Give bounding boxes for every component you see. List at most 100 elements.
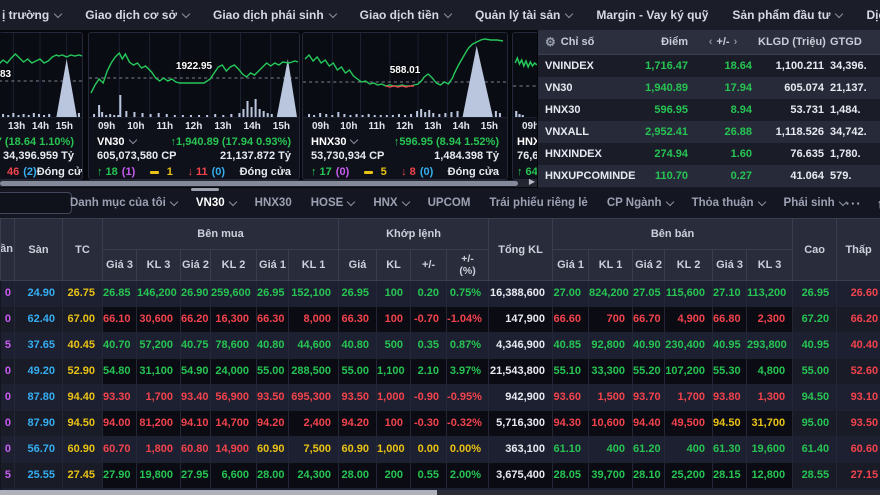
- time-label: 12h: [185, 121, 202, 132]
- tab-hnx[interactable]: HNX: [373, 188, 408, 218]
- sell-vol-2: 115,600: [665, 281, 713, 307]
- nav-item-margin-vay-ky-quy[interactable]: Margin - Vay ký quỹ: [596, 8, 708, 22]
- unchanged-count: 5: [381, 166, 387, 178]
- tab-cp-nganh[interactable]: CP Ngành: [607, 188, 673, 218]
- decliners-count: 46: [7, 166, 19, 178]
- high-price: 95.00: [793, 411, 837, 437]
- next-column-icon[interactable]: ›: [734, 36, 738, 48]
- sell-vol-3: 31,700: [747, 411, 793, 437]
- gear-icon[interactable]: ⚙: [545, 31, 556, 53]
- low-price: 27.15: [837, 463, 880, 489]
- nav-item-giao-dich-co-so[interactable]: Giao dịch cơ sở: [85, 8, 189, 22]
- board-row[interactable]: 525.5527.4527.9019,80027.956,60028.0024,…: [1, 463, 880, 489]
- chart-card-vnindex[interactable]: 83 13h14h15h 6.47 (18.64 1.10%) 34,396.9…: [0, 32, 83, 180]
- chart-card-hnxindex[interactable]: 09h HNXI 76,63 ↑ 64: [512, 32, 537, 180]
- sell-price-3: 61.30: [713, 437, 747, 463]
- tab-trai-phieu-rieng-le[interactable]: Trái phiếu riêng lẻ: [489, 188, 587, 218]
- board-horizontal-scrollbar[interactable]: [0, 490, 880, 495]
- total-volume: 5,716,300: [489, 411, 553, 437]
- board-row[interactable]: 537.6540.4540.7057,20040.7578,60040.8044…: [1, 333, 880, 359]
- index-row[interactable]: VN301,940.8917.94605.07421,137.: [538, 77, 880, 99]
- board-row[interactable]: 049.2052.9054.8031,10054.9024,00055.0028…: [1, 359, 880, 385]
- nav-item-i-truong[interactable]: ị trường: [2, 8, 61, 22]
- charts-horizontal-scrollbar[interactable]: ▶: [0, 180, 537, 187]
- tab-label: CP Ngành: [607, 197, 662, 209]
- symbol-search-input[interactable]: [0, 192, 72, 214]
- match-price: 93.50: [339, 385, 377, 411]
- index-row[interactable]: HNXUPCOMINDE110.700.2741.064579.: [538, 165, 880, 187]
- price-reference: 40.45: [63, 333, 103, 359]
- tab-phai-sinh[interactable]: Phái sinh: [784, 188, 846, 218]
- board-row[interactable]: 087.9094.5094.0081,20094.1014,70094.202,…: [1, 411, 880, 437]
- total-volume: 147,900: [489, 307, 553, 333]
- sell-price-3: 93.80: [713, 385, 747, 411]
- chart-card-vn30[interactable]: 1922.95 09h10h11h12h13h14h15h VN30 ↑1,94…: [88, 32, 300, 180]
- nav-item-label: ị trường: [2, 8, 49, 22]
- buy-price-2: 26.90: [181, 281, 211, 307]
- scrollbar-thumb[interactable]: [0, 490, 437, 495]
- buy-price-3: 26.85: [103, 281, 137, 307]
- tab-danh-muc-cua-toi[interactable]: Danh mục của tôi: [70, 188, 177, 218]
- high-price: 61.40: [793, 437, 837, 463]
- nav-item-dich-vu-tien-ich[interactable]: Dịch vụ & Tiện ích: [866, 8, 880, 22]
- match-change: 0.35: [411, 333, 447, 359]
- index-row[interactable]: VNXALL2,952.4126.881,118.52634,742.: [538, 121, 880, 143]
- index-turnover: 34,396.959 Tỷ: [3, 150, 74, 162]
- sell-price-3: 66.80: [713, 307, 747, 333]
- board-row[interactable]: 087.8094.4093.301,70093.4056,90093.50695…: [1, 385, 880, 411]
- index-selector[interactable]: HNXI: [517, 136, 537, 148]
- low-price: 66.20: [837, 307, 880, 333]
- index-gtgd: 1,484.: [830, 99, 880, 121]
- chart-card-hnx30[interactable]: 588.01 09h10h11h12h13h14h15h HNX30 ↑596.…: [302, 32, 508, 180]
- high-price: 40.95: [793, 333, 837, 359]
- price-floor: 87.90: [15, 411, 63, 437]
- col-buy-vol-2: KL 2: [211, 250, 257, 281]
- index-row[interactable]: HNXINDEX274.941.6076.6351,780.: [538, 143, 880, 165]
- match-change-pct: -1.04%: [447, 307, 489, 333]
- index-change: 18.64: [694, 55, 758, 77]
- tab-hose[interactable]: HOSE: [311, 188, 355, 218]
- board-row[interactable]: 062.4067.0066.1030,60066.2016,30066.308,…: [1, 307, 880, 333]
- index-change: 26.88: [694, 121, 758, 143]
- nav-item-giao-dich-phai-sinh[interactable]: Giao dịch phái sinh: [213, 8, 336, 22]
- index-name: VNXALL: [538, 121, 638, 143]
- index-name: HNXINDEX: [538, 143, 638, 165]
- tab-upcom[interactable]: UPCOM: [428, 188, 471, 218]
- price-floor: 49.20: [15, 359, 63, 385]
- market-status: Đóng cửa: [448, 166, 499, 178]
- nav-item-san-pham-au-tu[interactable]: Sản phẩm đầu tư: [732, 8, 842, 22]
- tab-thoa-thuan[interactable]: Thỏa thuận: [692, 188, 765, 218]
- buy-price-2: 93.40: [181, 385, 211, 411]
- col-sell-vol-1: KL 1: [589, 250, 633, 281]
- board-body: 024.9026.7526.85146,20026.90259,60026.95…: [1, 281, 880, 495]
- ref-price-label: 588.01: [390, 65, 421, 76]
- board-row[interactable]: 056.7060.9060.701,80060.8014,90060.907,5…: [1, 437, 880, 463]
- time-label: 13h: [424, 121, 441, 132]
- scrollbar-thumb[interactable]: [0, 181, 518, 186]
- nav-item-giao-dich-tien[interactable]: Giao dịch tiền: [360, 8, 451, 22]
- col-match-vol: KL: [377, 250, 411, 281]
- board-row[interactable]: 024.9026.7526.85146,20026.90259,60026.95…: [1, 281, 880, 307]
- index-selector[interactable]: HNX30: [311, 136, 357, 148]
- time-label: 15h: [481, 121, 498, 132]
- tab-hnx30[interactable]: HNX30: [255, 188, 292, 218]
- scroll-right-icon[interactable]: ▶: [529, 177, 535, 186]
- time-label: 09h: [98, 121, 115, 132]
- index-row[interactable]: HNX30596.958.9453.7311,484.: [538, 99, 880, 121]
- match-vol: 500: [377, 333, 411, 359]
- match-price: 55.00: [339, 359, 377, 385]
- tab-label: UPCOM: [428, 197, 471, 209]
- price-ceiling: 0: [1, 307, 15, 333]
- index-name: VNINDEX: [538, 55, 638, 77]
- index-row[interactable]: VNINDEX1,716.4718.641,100.21134,396.: [538, 55, 880, 77]
- nav-item-quan-ly-tai-san[interactable]: Quản lý tài sản: [475, 8, 572, 22]
- more-tabs-button[interactable]: ···: [846, 196, 862, 211]
- active-tab-indicator: [191, 188, 219, 191]
- time-label: 13h: [214, 121, 231, 132]
- chevron-down-icon: [350, 136, 358, 144]
- prev-column-icon[interactable]: ‹: [709, 36, 713, 48]
- tab-vn30[interactable]: VN30: [196, 188, 236, 218]
- tab-label: HNX30: [255, 197, 292, 209]
- index-selector[interactable]: VN30: [97, 136, 136, 148]
- low-price: 60.60: [837, 437, 880, 463]
